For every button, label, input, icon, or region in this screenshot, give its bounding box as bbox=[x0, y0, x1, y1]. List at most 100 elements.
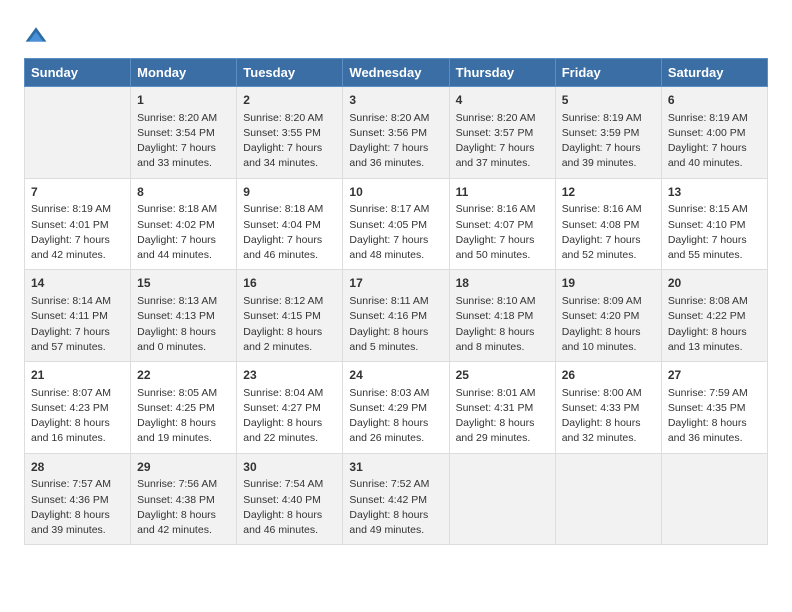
calendar-cell: 31Sunrise: 7:52 AMSunset: 4:42 PMDayligh… bbox=[343, 453, 449, 545]
calendar-table: SundayMondayTuesdayWednesdayThursdayFrid… bbox=[24, 58, 768, 545]
logo-icon bbox=[24, 24, 48, 48]
day-number: 19 bbox=[562, 275, 655, 292]
day-info: Sunrise: 8:17 AMSunset: 4:05 PMDaylight:… bbox=[349, 202, 442, 263]
calendar-cell: 22 Sunrise: 8:05 AMSunset: 4:25 PMDayligh… bbox=[131, 362, 237, 454]
calendar-header-row: SundayMondayTuesdayWednesdayThursdayFrid… bbox=[25, 59, 768, 87]
day-info: Sunrise: 8:11 AMSunset: 4:16 PMDaylight:… bbox=[349, 294, 442, 355]
day-info: Sunrise: 7:56 AMSunset: 4:38 PMDaylight:… bbox=[137, 477, 230, 538]
calendar-cell: 16 Sunrise: 8:12 AMSunset: 4:15 PMDayligh… bbox=[237, 270, 343, 362]
day-info: Sunrise: 8:14 AMSunset: 4:11 PMDaylight:… bbox=[31, 294, 124, 355]
day-info: Sunrise: 8:19 AMSunset: 4:00 PMDaylight:… bbox=[668, 111, 761, 172]
day-number: 21 bbox=[31, 367, 124, 384]
calendar-cell: 10Sunrise: 8:17 AMSunset: 4:05 PMDayligh… bbox=[343, 178, 449, 270]
day-info: Sunrise: 8:20 AMSunset: 3:54 PMDaylight:… bbox=[137, 111, 230, 172]
day-number: 22 bbox=[137, 367, 230, 384]
day-number: 17 bbox=[349, 275, 442, 292]
day-info: Sunrise: 8:19 AMSunset: 4:01 PMDaylight:… bbox=[31, 202, 124, 263]
day-info: Sunrise: 8:04 AMSunset: 4:27 PMDaylight:… bbox=[243, 386, 336, 447]
calendar-week-row: 14 Sunrise: 8:14 AMSunset: 4:11 PMDayligh… bbox=[25, 270, 768, 362]
day-info: Sunrise: 8:20 AMSunset: 3:55 PMDaylight:… bbox=[243, 111, 336, 172]
calendar-week-row: 7Sunrise: 8:19 AMSunset: 4:01 PMDaylight… bbox=[25, 178, 768, 270]
column-header-tuesday: Tuesday bbox=[237, 59, 343, 87]
calendar-cell: 20 Sunrise: 8:08 AMSunset: 4:22 PMDayligh… bbox=[661, 270, 767, 362]
day-info: Sunrise: 7:54 AMSunset: 4:40 PMDaylight:… bbox=[243, 477, 336, 538]
day-info: Sunrise: 8:18 AMSunset: 4:02 PMDaylight:… bbox=[137, 202, 230, 263]
calendar-cell: 11Sunrise: 8:16 AMSunset: 4:07 PMDayligh… bbox=[449, 178, 555, 270]
day-number: 9 bbox=[243, 184, 336, 201]
day-info: Sunrise: 8:20 AMSunset: 3:56 PMDaylight:… bbox=[349, 111, 442, 172]
column-header-sunday: Sunday bbox=[25, 59, 131, 87]
day-info: Sunrise: 7:57 AMSunset: 4:36 PMDaylight:… bbox=[31, 477, 124, 538]
day-info: Sunrise: 8:18 AMSunset: 4:04 PMDaylight:… bbox=[243, 202, 336, 263]
calendar-cell: 15Sunrise: 8:13 AMSunset: 4:13 PMDayligh… bbox=[131, 270, 237, 362]
day-number: 16 bbox=[243, 275, 336, 292]
day-number: 1 bbox=[137, 92, 230, 109]
calendar-cell bbox=[25, 87, 131, 179]
day-number: 6 bbox=[668, 92, 761, 109]
calendar-cell: 27Sunrise: 7:59 AMSunset: 4:35 PMDayligh… bbox=[661, 362, 767, 454]
day-number: 25 bbox=[456, 367, 549, 384]
calendar-cell: 29Sunrise: 7:56 AMSunset: 4:38 PMDayligh… bbox=[131, 453, 237, 545]
day-number: 28 bbox=[31, 459, 124, 476]
calendar-cell: 21 Sunrise: 8:07 AMSunset: 4:23 PMDayligh… bbox=[25, 362, 131, 454]
day-info: Sunrise: 8:00 AMSunset: 4:33 PMDaylight:… bbox=[562, 386, 655, 447]
calendar-cell: 2 Sunrise: 8:20 AMSunset: 3:55 PMDaylight… bbox=[237, 87, 343, 179]
day-number: 2 bbox=[243, 92, 336, 109]
day-number: 23 bbox=[243, 367, 336, 384]
day-info: Sunrise: 8:13 AMSunset: 4:13 PMDaylight:… bbox=[137, 294, 230, 355]
column-header-saturday: Saturday bbox=[661, 59, 767, 87]
day-number: 7 bbox=[31, 184, 124, 201]
day-number: 14 bbox=[31, 275, 124, 292]
day-number: 13 bbox=[668, 184, 761, 201]
calendar-cell: 28Sunrise: 7:57 AMSunset: 4:36 PMDayligh… bbox=[25, 453, 131, 545]
day-info: Sunrise: 8:10 AMSunset: 4:18 PMDaylight:… bbox=[456, 294, 549, 355]
day-info: Sunrise: 8:07 AMSunset: 4:23 PMDaylight:… bbox=[31, 386, 124, 447]
calendar-cell: 12Sunrise: 8:16 AMSunset: 4:08 PMDayligh… bbox=[555, 178, 661, 270]
day-info: Sunrise: 8:08 AMSunset: 4:22 PMDaylight:… bbox=[668, 294, 761, 355]
calendar-cell bbox=[449, 453, 555, 545]
day-info: Sunrise: 8:16 AMSunset: 4:08 PMDaylight:… bbox=[562, 202, 655, 263]
calendar-cell bbox=[661, 453, 767, 545]
calendar-cell: 17 Sunrise: 8:11 AMSunset: 4:16 PMDayligh… bbox=[343, 270, 449, 362]
day-info: Sunrise: 8:15 AMSunset: 4:10 PMDaylight:… bbox=[668, 202, 761, 263]
column-header-wednesday: Wednesday bbox=[343, 59, 449, 87]
day-number: 4 bbox=[456, 92, 549, 109]
day-number: 18 bbox=[456, 275, 549, 292]
day-info: Sunrise: 8:16 AMSunset: 4:07 PMDaylight:… bbox=[456, 202, 549, 263]
calendar-cell: 23 Sunrise: 8:04 AMSunset: 4:27 PMDayligh… bbox=[237, 362, 343, 454]
day-info: Sunrise: 8:20 AMSunset: 3:57 PMDaylight:… bbox=[456, 111, 549, 172]
column-header-friday: Friday bbox=[555, 59, 661, 87]
day-number: 3 bbox=[349, 92, 442, 109]
calendar-week-row: 21 Sunrise: 8:07 AMSunset: 4:23 PMDayligh… bbox=[25, 362, 768, 454]
day-number: 29 bbox=[137, 459, 230, 476]
calendar-cell bbox=[555, 453, 661, 545]
day-info: Sunrise: 8:01 AMSunset: 4:31 PMDaylight:… bbox=[456, 386, 549, 447]
day-info: Sunrise: 8:19 AMSunset: 3:59 PMDaylight:… bbox=[562, 111, 655, 172]
day-number: 10 bbox=[349, 184, 442, 201]
calendar-week-row: 1 Sunrise: 8:20 AMSunset: 3:54 PMDaylight… bbox=[25, 87, 768, 179]
day-number: 27 bbox=[668, 367, 761, 384]
column-header-monday: Monday bbox=[131, 59, 237, 87]
calendar-cell: 24 Sunrise: 8:03 AMSunset: 4:29 PMDayligh… bbox=[343, 362, 449, 454]
day-info: Sunrise: 8:05 AMSunset: 4:25 PMDaylight:… bbox=[137, 386, 230, 447]
calendar-cell: 5 Sunrise: 8:19 AMSunset: 3:59 PMDaylight… bbox=[555, 87, 661, 179]
calendar-cell: 9Sunrise: 8:18 AMSunset: 4:04 PMDaylight… bbox=[237, 178, 343, 270]
logo bbox=[24, 24, 52, 48]
column-header-thursday: Thursday bbox=[449, 59, 555, 87]
day-info: Sunrise: 8:12 AMSunset: 4:15 PMDaylight:… bbox=[243, 294, 336, 355]
day-info: Sunrise: 8:03 AMSunset: 4:29 PMDaylight:… bbox=[349, 386, 442, 447]
day-info: Sunrise: 8:09 AMSunset: 4:20 PMDaylight:… bbox=[562, 294, 655, 355]
calendar-cell: 8Sunrise: 8:18 AMSunset: 4:02 PMDaylight… bbox=[131, 178, 237, 270]
calendar-cell: 19 Sunrise: 8:09 AMSunset: 4:20 PMDayligh… bbox=[555, 270, 661, 362]
day-number: 12 bbox=[562, 184, 655, 201]
day-number: 26 bbox=[562, 367, 655, 384]
day-number: 5 bbox=[562, 92, 655, 109]
day-number: 20 bbox=[668, 275, 761, 292]
day-number: 8 bbox=[137, 184, 230, 201]
day-number: 30 bbox=[243, 459, 336, 476]
day-number: 11 bbox=[456, 184, 549, 201]
calendar-cell: 18 Sunrise: 8:10 AMSunset: 4:18 PMDayligh… bbox=[449, 270, 555, 362]
calendar-cell: 7Sunrise: 8:19 AMSunset: 4:01 PMDaylight… bbox=[25, 178, 131, 270]
calendar-week-row: 28Sunrise: 7:57 AMSunset: 4:36 PMDayligh… bbox=[25, 453, 768, 545]
day-number: 24 bbox=[349, 367, 442, 384]
